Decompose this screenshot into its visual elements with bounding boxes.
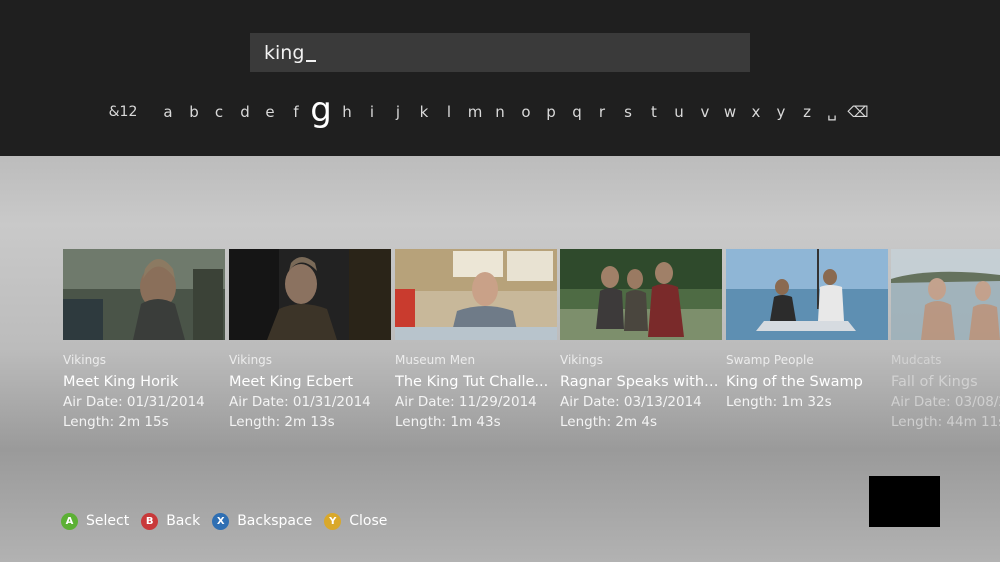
search-header: king &12 a b c d e f g h i j k l m n o p… [0, 0, 1000, 156]
episode-title: Meet King Ecbert [229, 374, 354, 390]
length: Length: 1m 32s [726, 394, 832, 410]
episode-title: Meet King Horik [63, 374, 179, 390]
key-d[interactable]: d [233, 94, 257, 130]
key-a[interactable]: a [156, 94, 180, 130]
video-preview-placeholder [869, 476, 940, 527]
key-v[interactable]: v [693, 94, 717, 130]
result-tile[interactable]: Museum Men The King Tut Challe... Air Da… [395, 249, 557, 432]
series-name: Swamp People [726, 353, 814, 367]
thumbnail-image [229, 249, 391, 340]
b-button-icon: B [141, 512, 159, 530]
result-tile[interactable]: Vikings Meet King Ecbert Air Date: 01/31… [229, 249, 391, 432]
key-symbols[interactable]: &12 [103, 94, 143, 130]
y-button-icon: Y [324, 512, 342, 530]
thumbnail-image [891, 249, 1000, 340]
series-name: Vikings [560, 353, 604, 367]
episode-title: Fall of Kings [891, 374, 978, 390]
key-c[interactable]: c [207, 94, 231, 130]
search-input[interactable]: king [250, 33, 750, 72]
air-date: Air Date: 11/29/2014 [395, 394, 537, 410]
thumbnail-image [63, 249, 225, 340]
key-backspace-icon[interactable]: ⌫ [846, 94, 870, 130]
series-name: Mudcats [891, 353, 942, 367]
controller-hints: A Select B Back X Backspace Y Close [61, 511, 399, 531]
thumbnail-image [560, 249, 722, 340]
key-b[interactable]: b [182, 94, 206, 130]
result-tile[interactable]: Mudcats Fall of Kings Air Date: 03/08/2 … [891, 249, 1000, 432]
text-caret [306, 59, 317, 62]
episode-title: The King Tut Challe... [395, 374, 549, 390]
thumbnail-image [395, 249, 557, 340]
series-name: Museum Men [395, 353, 476, 367]
key-h[interactable]: h [335, 94, 359, 130]
key-l[interactable]: l [437, 94, 461, 130]
air-date: Air Date: 01/31/2014 [229, 394, 371, 410]
key-x[interactable]: x [744, 94, 768, 130]
onscreen-keyboard: &12 a b c d e f g h i j k l m n o p q r … [0, 92, 1000, 130]
key-z[interactable]: z [795, 94, 819, 130]
key-j[interactable]: j [386, 94, 410, 130]
thumbnail-image [726, 249, 888, 340]
result-tile[interactable]: Vikings Ragnar Speaks with K... Air Date… [560, 249, 722, 432]
hint-label: Back [166, 513, 201, 529]
hint-label: Backspace [237, 513, 313, 529]
key-r[interactable]: r [590, 94, 614, 130]
x-button-icon: X [212, 512, 230, 530]
hint-backspace[interactable]: X Backspace [212, 512, 313, 530]
series-name: Vikings [229, 353, 273, 367]
length: Length: 44m 11s [891, 414, 1000, 430]
hint-close[interactable]: Y Close [324, 512, 388, 530]
key-m[interactable]: m [463, 94, 487, 130]
key-w[interactable]: w [718, 94, 742, 130]
key-p[interactable]: p [539, 94, 563, 130]
air-date: Air Date: 03/13/2014 [560, 394, 702, 410]
series-name: Vikings [63, 353, 107, 367]
result-tile[interactable]: Swamp People King of the Swamp Length: 1… [726, 249, 888, 412]
key-q[interactable]: q [565, 94, 589, 130]
air-date: Air Date: 01/31/2014 [63, 394, 205, 410]
key-o[interactable]: o [514, 94, 538, 130]
key-k[interactable]: k [412, 94, 436, 130]
episode-title: Ragnar Speaks with K... [560, 374, 722, 390]
key-y[interactable]: y [769, 94, 793, 130]
key-space[interactable]: ␣ [820, 94, 844, 130]
hint-label: Close [349, 513, 388, 529]
result-tile[interactable]: Vikings Meet King Horik Air Date: 01/31/… [63, 249, 225, 432]
hint-back[interactable]: B Back [141, 512, 201, 530]
key-s[interactable]: s [616, 94, 640, 130]
key-n[interactable]: n [488, 94, 512, 130]
air-date: Air Date: 03/08/2 [891, 394, 1000, 410]
length: Length: 2m 4s [560, 414, 658, 430]
length: Length: 2m 15s [63, 414, 169, 430]
search-query-text: king [264, 41, 305, 64]
key-t[interactable]: t [642, 94, 666, 130]
key-u[interactable]: u [667, 94, 691, 130]
length: Length: 1m 43s [395, 414, 501, 430]
hint-label: Select [86, 513, 130, 529]
key-e[interactable]: e [258, 94, 282, 130]
hint-select[interactable]: A Select [61, 512, 130, 530]
key-i[interactable]: i [360, 94, 384, 130]
a-button-icon: A [61, 512, 78, 530]
episode-title: King of the Swamp [726, 374, 863, 390]
length: Length: 2m 13s [229, 414, 335, 430]
